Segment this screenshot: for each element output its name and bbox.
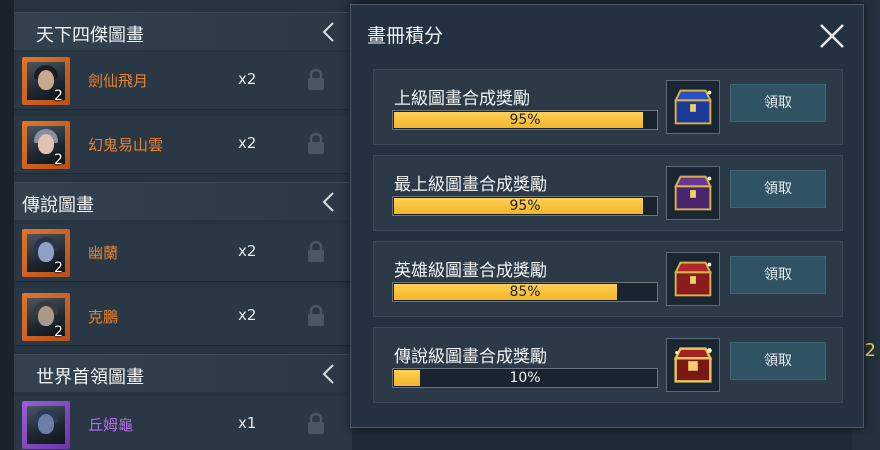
reward-label: 英雄級圖畫合成獎勵 [394, 261, 547, 281]
list-item[interactable]: 2 幽蘭 x2 [14, 224, 352, 282]
album-points-dialog: 畫冊積分 上級圖畫合成獎勵 95% 領取 最上級圖畫合成獎勵 95% 領取 英雄… [350, 4, 864, 428]
close-icon[interactable] [817, 21, 847, 51]
card-level-badge: 2 [54, 260, 63, 276]
lock-icon[interactable] [306, 240, 326, 264]
card-level-badge: 2 [54, 324, 63, 340]
reward-label: 上級圖畫合成獎勵 [394, 89, 530, 109]
card-name: 幻鬼易山雲 [88, 136, 164, 154]
card-name: 克鵬 [88, 308, 119, 326]
progress-text: 85% [509, 284, 541, 300]
reward-row-supreme: 最上級圖畫合成獎勵 95% 領取 [373, 155, 843, 231]
reward-row-superior: 上級圖畫合成獎勵 95% 領取 [373, 69, 843, 145]
reward-label: 最上級圖畫合成獎勵 [394, 175, 547, 195]
section-title: 天下四傑圖畫 [36, 25, 144, 46]
lock-icon[interactable] [306, 68, 326, 92]
card-level-badge: 2 [54, 88, 63, 104]
card-collection-list: 天下四傑圖畫 2 劍仙飛月 x2 2 幻鬼易山雲 x2 傳說圖畫 2 幽蘭 x2 [0, 0, 352, 450]
card-quantity: x2 [238, 70, 257, 88]
card-quantity: x1 [238, 414, 257, 432]
claim-button[interactable]: 領取 [730, 342, 826, 380]
chevron-left-icon[interactable] [320, 21, 338, 43]
progress-text: 10% [509, 370, 541, 386]
chevron-left-icon[interactable] [320, 363, 338, 385]
reward-progress-bar: 85% [392, 282, 658, 302]
lock-icon[interactable] [306, 132, 326, 156]
card-name: 劍仙飛月 [88, 72, 149, 90]
section-header-tianxia[interactable]: 天下四傑圖畫 [14, 12, 352, 50]
reward-label: 傳說級圖畫合成獎勵 [394, 347, 547, 367]
card-quantity: x2 [238, 134, 257, 152]
card-quantity: x2 [238, 306, 257, 324]
reward-progress-bar: 95% [392, 110, 658, 130]
section-title: 世界首領圖畫 [36, 367, 144, 388]
list-item[interactable]: 丘姆龜 x1 [14, 396, 352, 450]
claim-button[interactable]: 領取 [730, 84, 826, 122]
lock-icon[interactable] [306, 412, 326, 436]
card-level-badge: 2 [54, 152, 63, 168]
blue-treasure-chest-icon[interactable] [666, 80, 720, 134]
claim-button[interactable]: 領取 [730, 256, 826, 294]
list-item[interactable]: 2 劍仙飛月 x2 [14, 52, 352, 110]
lock-icon[interactable] [306, 304, 326, 328]
list-item[interactable]: 2 幻鬼易山雲 x2 [14, 116, 352, 174]
card-name: 丘姆龜 [88, 416, 134, 434]
reward-row-legend: 傳說級圖畫合成獎勵 10% 領取 [373, 327, 843, 403]
section-header-world-boss[interactable]: 世界首領圖畫 [14, 354, 352, 392]
card-portrait [22, 401, 70, 449]
section-title: 傳說圖畫 [22, 195, 94, 216]
dialog-title: 畫冊積分 [367, 25, 444, 47]
list-item[interactable]: 2 克鵬 x2 [14, 288, 352, 346]
reward-row-hero: 英雄級圖畫合成獎勵 85% 領取 [373, 241, 843, 317]
purple-treasure-chest-icon[interactable] [666, 166, 720, 220]
progress-text: 95% [509, 198, 541, 214]
progress-text: 95% [509, 112, 541, 128]
claim-button[interactable]: 領取 [730, 170, 826, 208]
reward-progress-bar: 95% [392, 196, 658, 216]
chevron-left-icon[interactable] [320, 191, 338, 213]
section-header-legend[interactable]: 傳說圖畫 [14, 182, 352, 220]
background-number: 2 [864, 340, 876, 361]
golden-red-treasure-chest-icon[interactable] [666, 338, 720, 392]
reward-progress-bar: 10% [392, 368, 658, 388]
card-name: 幽蘭 [88, 244, 119, 262]
card-quantity: x2 [238, 242, 257, 260]
red-treasure-chest-icon[interactable] [666, 252, 720, 306]
